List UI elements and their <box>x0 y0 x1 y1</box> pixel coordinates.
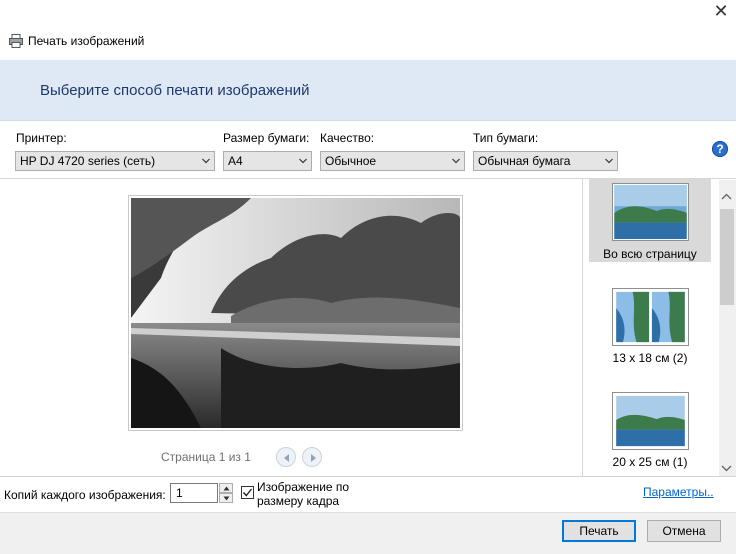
paper-size-select-value: A4 <box>228 154 243 168</box>
paper-type-select-value: Обычная бумага <box>478 154 571 168</box>
checkmark-icon <box>242 488 253 497</box>
printer-label: Принтер: <box>16 131 67 145</box>
copies-label: Копий каждого изображения: <box>4 488 166 502</box>
fit-to-frame-checkbox[interactable] <box>241 486 254 499</box>
layout-thumbnail <box>612 288 689 346</box>
fit-to-frame-label: Изображение по размеру кадра <box>257 480 350 508</box>
caret-up-icon <box>223 486 230 491</box>
help-icon[interactable]: ? <box>712 141 728 157</box>
layout-option-full-page[interactable]: Во всю страницу <box>589 179 711 262</box>
divider <box>0 476 736 477</box>
arrow-left-icon <box>284 454 289 462</box>
page-indicator: Страница 1 из 1 <box>161 450 251 464</box>
chevron-down-icon <box>202 158 210 164</box>
layout-label: 13 x 18 см (2) <box>612 351 688 365</box>
layout-thumbnail <box>612 183 689 241</box>
paper-type-select[interactable]: Обычная бумага <box>473 151 618 171</box>
cancel-button[interactable]: Отмена <box>647 520 721 542</box>
copies-decrement-button[interactable] <box>219 493 233 503</box>
preview-photo <box>131 198 460 428</box>
printer-icon <box>9 34 23 48</box>
layout-label: Во всю страницу <box>603 247 697 261</box>
layout-option-20x25[interactable]: 20 x 25 см (1) <box>589 390 711 473</box>
options-link[interactable]: Параметры.. <box>643 485 714 499</box>
print-button[interactable]: Печать <box>562 520 636 542</box>
page-title: Выберите способ печати изображений <box>40 82 310 99</box>
next-page-button[interactable] <box>302 447 322 467</box>
layout-label: 20 x 25 см (1) <box>612 455 688 469</box>
scrollbar-thumb[interactable] <box>720 209 734 305</box>
layout-option-13x18[interactable]: 13 x 18 см (2) <box>589 285 711 368</box>
printer-select-value: HP DJ 4720 series (сеть) <box>20 154 156 168</box>
paper-size-select[interactable]: A4 <box>223 151 312 171</box>
chevron-down-icon <box>452 158 460 164</box>
chevron-down-icon <box>299 158 307 164</box>
close-button[interactable]: ✕ <box>706 0 736 24</box>
paper-type-label: Тип бумаги: <box>473 131 539 145</box>
layout-thumbnail <box>612 392 689 450</box>
quality-label: Качество: <box>320 131 375 145</box>
divider <box>582 178 583 476</box>
window-title: Печать изображений <box>28 34 145 48</box>
scroll-down-icon[interactable] <box>721 461 732 475</box>
scroll-up-icon[interactable] <box>721 190 732 204</box>
copies-input[interactable]: 1 <box>170 483 218 503</box>
quality-select[interactable]: Обычное <box>320 151 465 171</box>
arrow-right-icon <box>311 454 316 462</box>
paper-size-label: Размер бумаги: <box>223 131 310 145</box>
previous-page-button[interactable] <box>276 447 296 467</box>
quality-select-value: Обычное <box>325 154 377 168</box>
printer-select[interactable]: HP DJ 4720 series (сеть) <box>15 151 215 171</box>
chevron-down-icon <box>605 158 613 164</box>
copies-increment-button[interactable] <box>219 483 233 493</box>
caret-down-icon <box>223 496 230 501</box>
